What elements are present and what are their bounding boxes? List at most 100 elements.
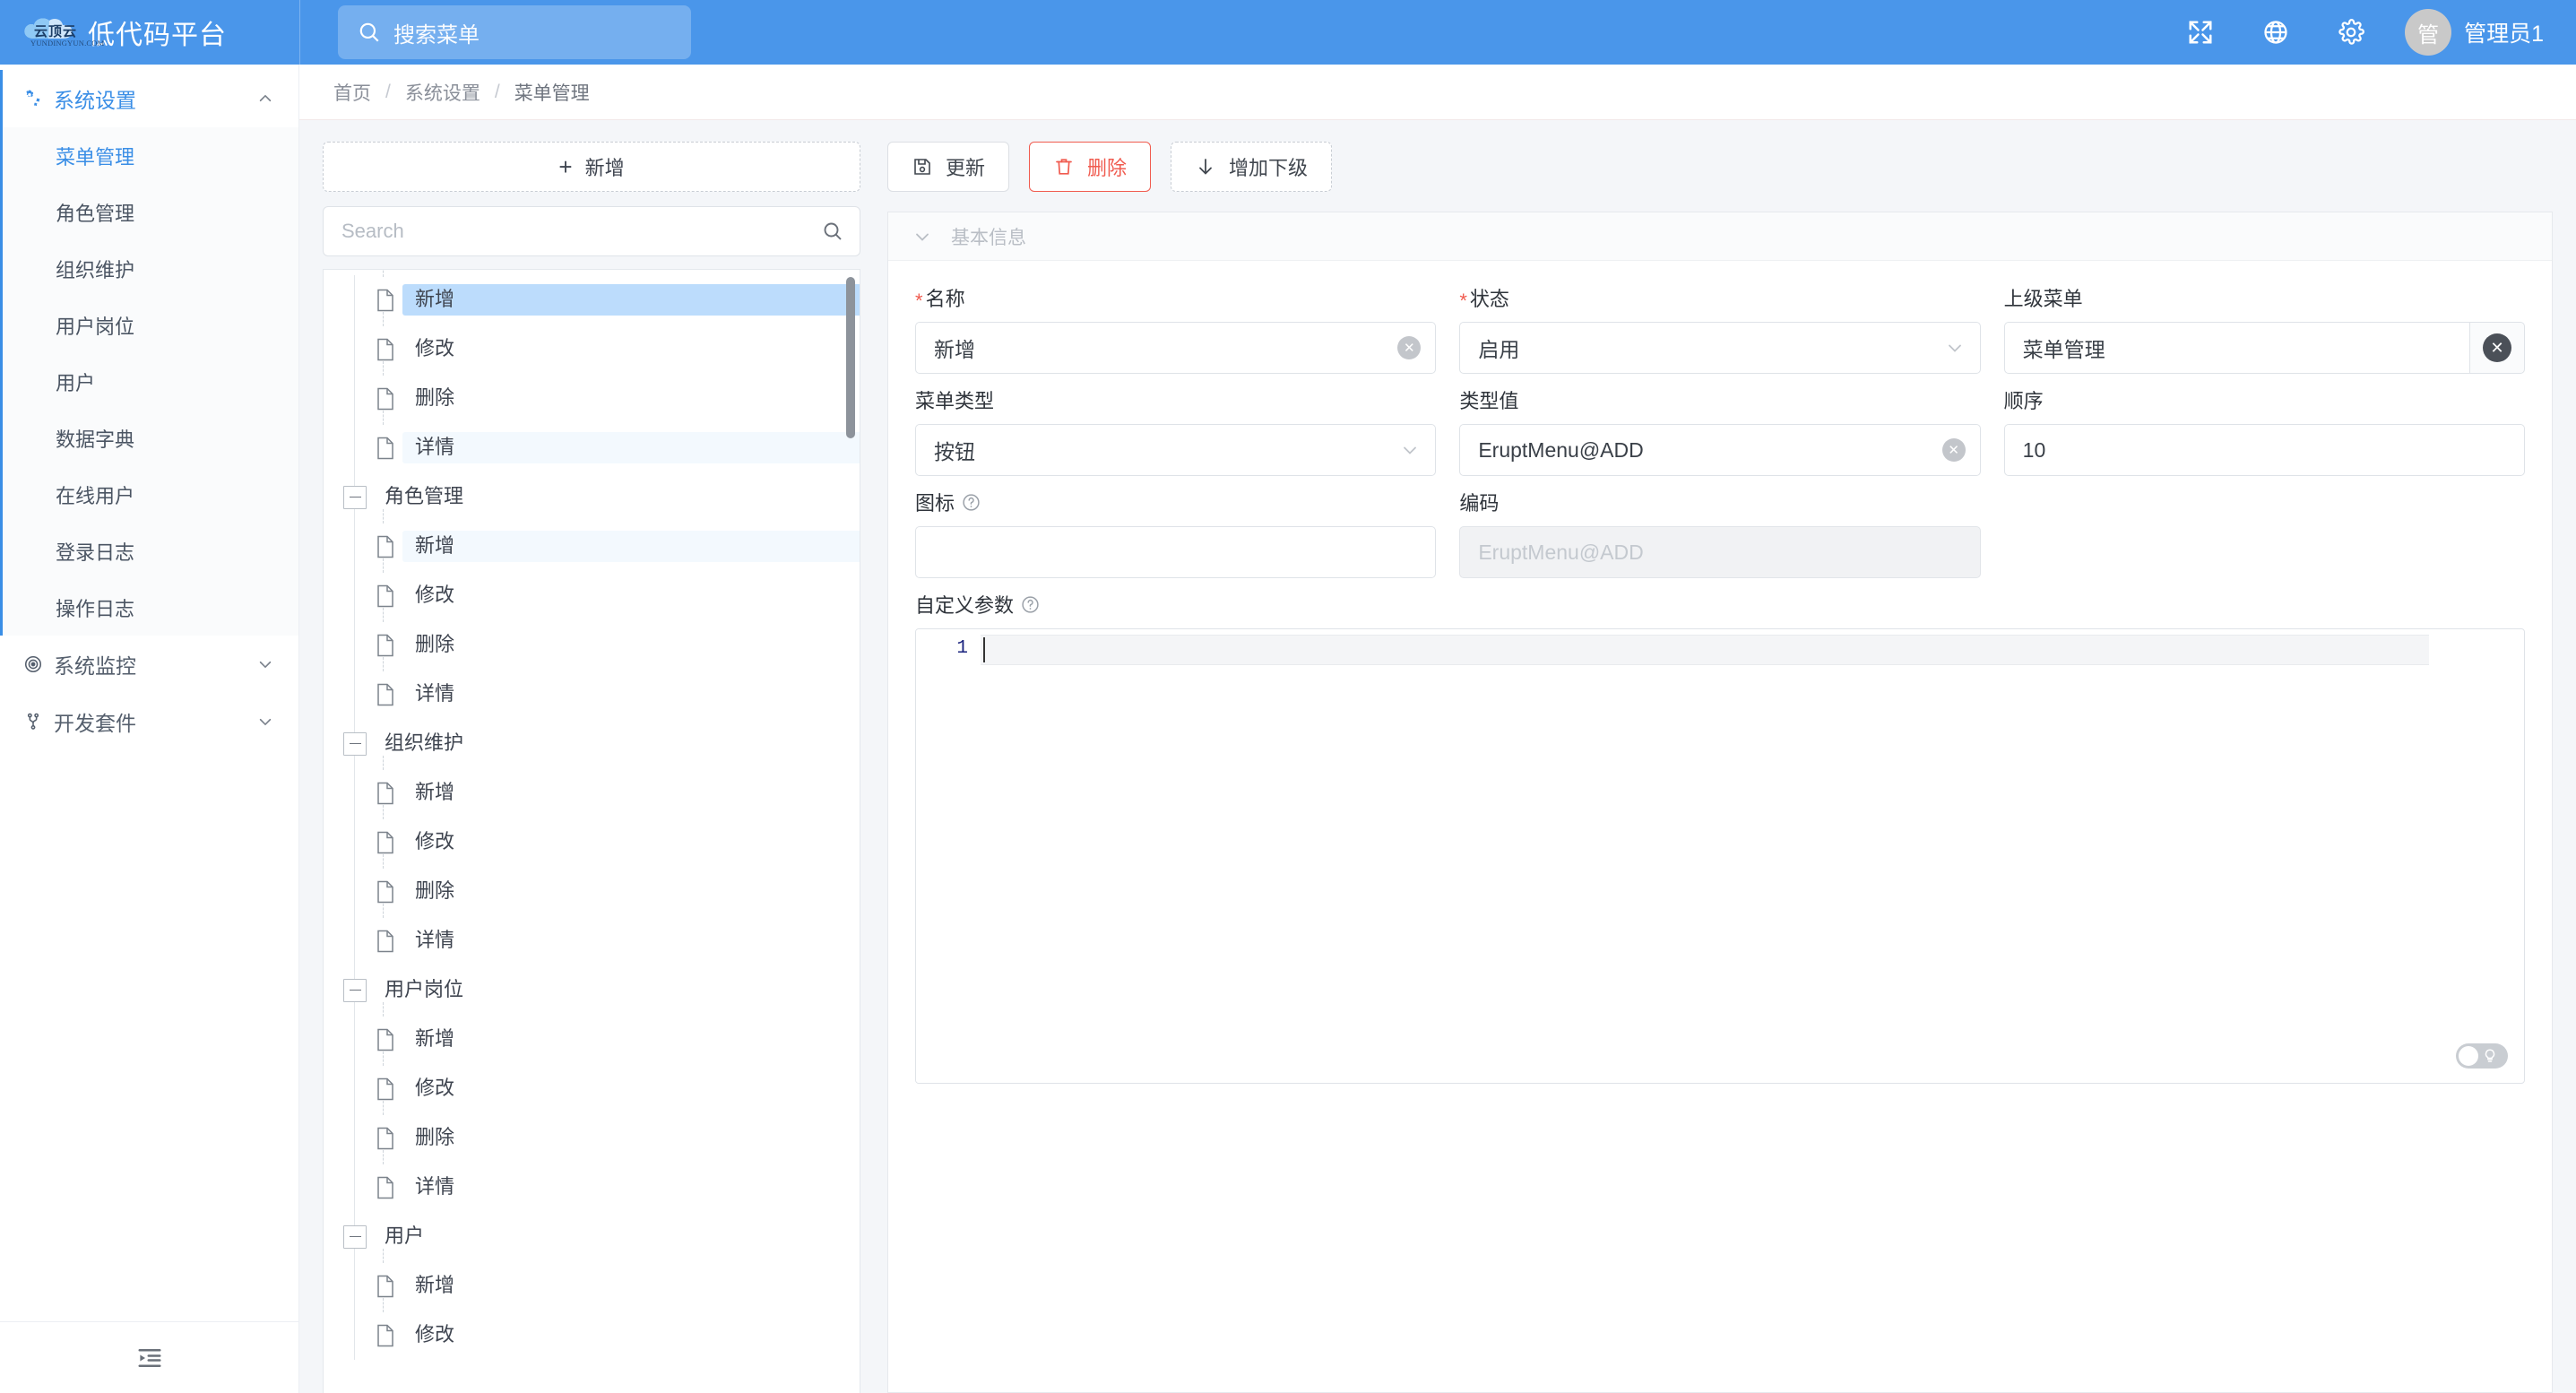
sidebar-item-org-maintenance[interactable]: 组织维护 — [0, 240, 298, 297]
tree-leaf-node[interactable]: 删除 — [324, 608, 860, 670]
icon-input[interactable] — [915, 526, 1437, 578]
tree-search-input[interactable] — [341, 220, 822, 243]
sidebar-item-menu-management[interactable]: 菜单管理 — [0, 127, 298, 184]
tree-leaf-node[interactable]: 新增 — [324, 1002, 860, 1064]
tree-leaf-node[interactable]: 修改 — [324, 1298, 860, 1360]
tree-branch-node[interactable]: 用户岗位 — [324, 965, 860, 1015]
add-child-button[interactable]: 增加下级 — [1171, 142, 1333, 192]
help-icon[interactable] — [962, 493, 981, 512]
status-select[interactable]: 启用 — [1459, 322, 1981, 374]
sidebar-item-role-management[interactable]: 角色管理 — [0, 184, 298, 240]
tree-leaf-node[interactable]: 新增 — [324, 270, 860, 324]
field-parent-menu: 上级菜单 菜单管理 ✕ — [2003, 284, 2525, 374]
tree-leaf-node[interactable]: 删除 — [324, 361, 860, 423]
chevron-up-glyph — [259, 94, 272, 102]
tree-branch-node[interactable]: 角色管理 — [324, 472, 860, 522]
tree-leaf-node[interactable]: 删除 — [324, 1101, 860, 1163]
form-row-2: 菜单类型 按钮 类型值 EruptMenu@ADD ✕ 顺序 10 — [915, 386, 2525, 476]
type-value-input[interactable]: EruptMenu@ADD ✕ — [1459, 424, 1981, 476]
chevron-down-icon — [257, 656, 273, 672]
label-text: 上级菜单 — [2003, 288, 2083, 310]
tree-leaf-node[interactable]: 详情 — [324, 1150, 860, 1212]
sidebar-item-data-dictionary[interactable]: 数据字典 — [0, 410, 298, 466]
clear-icon[interactable]: ✕ — [1397, 336, 1422, 359]
app-header: 云顶云 YUNDINGYUN.COM 低代码平台 搜索菜单 管 管理员1 — [0, 0, 2576, 65]
sidebar-item-user[interactable]: 用户 — [0, 353, 298, 410]
field-menu-type: 菜单类型 按钮 — [915, 386, 1437, 476]
tree-leaf-node[interactable]: 详情 — [324, 657, 860, 719]
avatar[interactable]: 管 — [2405, 9, 2452, 56]
brand[interactable]: 云顶云 YUNDINGYUN.COM 低代码平台 — [0, 0, 299, 65]
tree-collapse-toggle[interactable] — [343, 731, 367, 756]
menu-type-select[interactable]: 按钮 — [915, 424, 1437, 476]
sidebar-item-operation-log[interactable]: 操作日志 — [0, 579, 298, 636]
parent-menu-clear-button[interactable]: ✕ — [2468, 322, 2525, 374]
fullscreen-button[interactable] — [2163, 0, 2238, 65]
tree-leaf-node[interactable]: 删除 — [324, 854, 860, 916]
sidebar-group-header-system-settings[interactable]: 系统设置 — [0, 70, 298, 127]
field-label-custom-params: 自定义参数 — [915, 591, 2525, 618]
settings-gears-icon — [23, 89, 54, 108]
settings-button[interactable] — [2313, 0, 2389, 65]
custom-params-section: 自定义参数 1 — [915, 591, 2525, 1084]
tree-leaf-node[interactable]: 修改 — [324, 312, 860, 374]
tree-leaf-node[interactable]: 新增 — [324, 1249, 860, 1311]
tree-panel: + 新增 新增修改删除详情角色管理新增修改删除详情组织维护新增修改删除详情用户岗… — [323, 142, 860, 1393]
tree-leaf-node[interactable]: 详情 — [324, 411, 860, 472]
file-icon — [374, 1028, 397, 1051]
sidebar-item-online-users[interactable]: 在线用户 — [0, 466, 298, 523]
code-editor[interactable]: 1 — [915, 628, 2525, 1084]
tree-node-label: 详情 — [415, 929, 455, 951]
sidebar-group-header-system-monitor[interactable]: 系统监控 — [0, 636, 298, 693]
sidebar-item-user-post[interactable]: 用户岗位 — [0, 297, 298, 353]
breadcrumb-separator: / — [494, 81, 500, 102]
tree-branch-node[interactable]: 组织维护 — [324, 719, 860, 768]
sidebar-group-label: 系统监控 — [54, 654, 136, 678]
delete-label: 删除 — [1087, 157, 1128, 179]
tree-scrollbar[interactable] — [846, 277, 855, 438]
tree-leaf-node[interactable]: 新增 — [324, 509, 860, 571]
tree-leaf-node[interactable]: 详情 — [324, 904, 860, 965]
help-icon[interactable] — [1021, 595, 1040, 614]
header-actions: 管 管理员1 — [2163, 0, 2576, 65]
breadcrumb-item-system-settings[interactable]: 系统设置 — [405, 79, 480, 106]
tree-node-label: 修改 — [415, 1323, 455, 1345]
username-label[interactable]: 管理员1 — [2464, 16, 2544, 48]
delete-button[interactable]: 删除 — [1029, 142, 1152, 192]
editor-hint-toggle[interactable] — [2456, 1043, 2508, 1069]
tree-leaf-node[interactable]: 新增 — [324, 756, 860, 818]
tree-leaf-node[interactable]: 修改 — [324, 805, 860, 867]
tree-collapse-toggle[interactable] — [343, 485, 367, 509]
clear-icon[interactable]: ✕ — [1941, 438, 1966, 462]
code-placeholder: EruptMenu@ADD — [1478, 540, 1644, 564]
tree-leaf-node[interactable]: 修改 — [324, 558, 860, 620]
tree-branch-node[interactable]: 用户 — [324, 1212, 860, 1261]
tree-collapse-toggle[interactable] — [343, 1224, 367, 1249]
chevron-down-icon — [1404, 446, 1417, 454]
sidebar: 系统设置 菜单管理 角色管理 组织维护 用户岗位 用户 数据字典 在线用户 登录… — [0, 65, 299, 1393]
tree-collapse-toggle[interactable] — [343, 978, 367, 1002]
logo-text-cn: 云顶云 — [34, 23, 78, 39]
search-icon — [359, 22, 379, 42]
file-icon — [374, 1127, 397, 1150]
tree-leaf-node[interactable]: 修改 — [324, 1051, 860, 1113]
menu-tree[interactable]: 新增 修改 删除 详情 角色管理 新增 修改 删除 详情 组织维护 新增 修改 删除 详情 用户岗位 新增 修改… — [323, 269, 860, 1393]
sidebar-group-header-dev-kit[interactable]: 开发套件 — [0, 693, 298, 750]
update-button[interactable]: 更新 — [887, 142, 1010, 192]
tree-search-box[interactable] — [323, 206, 860, 256]
menu-fold-button[interactable] — [129, 1337, 170, 1379]
language-button[interactable] — [2238, 0, 2313, 65]
add-menu-button[interactable]: + 新增 — [323, 142, 860, 192]
sidebar-item-login-log[interactable]: 登录日志 — [0, 523, 298, 579]
add-child-label: 增加下级 — [1229, 157, 1309, 179]
form-section-header[interactable]: 基本信息 — [888, 212, 2552, 261]
editor-code-area[interactable] — [981, 629, 2524, 1083]
field-label-name: * 名称 — [915, 284, 1436, 311]
tree-node-label: 删除 — [415, 386, 455, 409]
parent-menu-input[interactable]: 菜单管理 — [2003, 322, 2469, 374]
header-search[interactable]: 搜索菜单 — [338, 5, 691, 59]
order-input[interactable]: 10 — [2003, 424, 2525, 476]
name-input[interactable]: 新增 ✕ — [915, 322, 1437, 374]
save-icon — [914, 159, 930, 175]
breadcrumb-item-home[interactable]: 首页 — [333, 79, 371, 106]
